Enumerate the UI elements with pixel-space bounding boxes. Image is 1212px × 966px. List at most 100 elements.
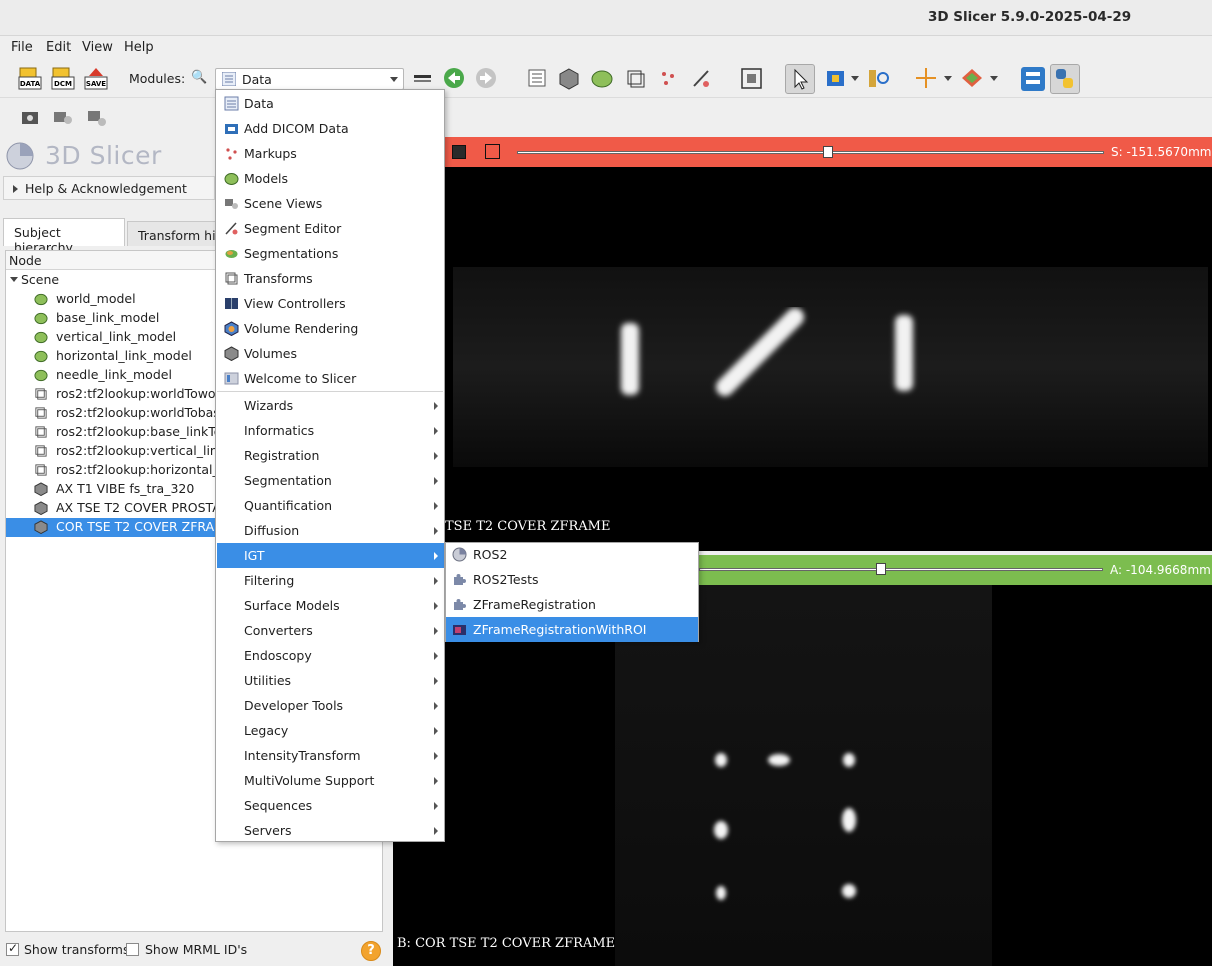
igt-submenu-item[interactable]: ROS2Tests (446, 567, 698, 592)
igt-submenu-item[interactable]: ZFrameRegistrationWithROI (446, 617, 698, 642)
save-button[interactable]: SAVE (83, 66, 109, 92)
tree-node-name: horizontal_link_model (56, 348, 192, 363)
green-slice-slider-track[interactable] (699, 568, 1103, 571)
module-category-item[interactable]: Endoscopy (217, 643, 444, 668)
modules-combobox-value: Data (242, 72, 272, 87)
green-slice-slider-thumb[interactable] (875, 563, 886, 575)
module-category-item[interactable]: Legacy (217, 718, 444, 743)
view-transform-mode-button[interactable] (785, 64, 815, 94)
chevron-right-icon (434, 602, 438, 610)
module-category-item[interactable]: Diffusion (217, 518, 444, 543)
volumes-module-button[interactable] (557, 66, 583, 92)
module-category-item[interactable]: Informatics (217, 418, 444, 443)
show-transforms-checkbox[interactable] (6, 941, 19, 956)
module-menu-item[interactable]: Welcome to Slicer (217, 366, 444, 391)
chevron-right-icon (434, 727, 438, 735)
module-menu-item-label: View Controllers (244, 296, 346, 311)
window-level-button[interactable] (824, 66, 850, 92)
module-menu-item[interactable]: Add DICOM Data (217, 116, 444, 141)
scene-view-restore-button[interactable] (86, 107, 110, 129)
red-slice-view[interactable]: TSE T2 COVER ZFRAME (393, 137, 1212, 551)
crosshair-button[interactable] (914, 66, 940, 92)
module-category-item[interactable]: IGT (217, 543, 444, 568)
module-menu-item[interactable]: Volumes (217, 341, 444, 366)
module-menu-item[interactable]: Transforms (217, 266, 444, 291)
menu-edit[interactable]: Edit (46, 40, 71, 55)
module-category-item[interactable]: Filtering (217, 568, 444, 593)
forward-button[interactable] (474, 66, 500, 92)
module-category-item[interactable]: Wizards (217, 393, 444, 418)
layout-button[interactable] (960, 66, 986, 92)
transform-icon (34, 387, 48, 401)
module-menu-item[interactable]: View Controllers (217, 291, 444, 316)
chevron-down-icon[interactable] (10, 277, 18, 282)
module-category-item[interactable]: Registration (217, 443, 444, 468)
segment-editor-button[interactable] (689, 66, 715, 92)
module-category-item[interactable]: Utilities (217, 668, 444, 693)
markups-icon (662, 72, 674, 85)
help-icon[interactable]: ? (361, 941, 381, 961)
module-category-item[interactable]: IntensityTransform (217, 743, 444, 768)
menu-view[interactable]: View (82, 40, 113, 55)
modules-combobox[interactable]: Data (215, 68, 404, 90)
model-icon (34, 350, 48, 363)
volume-rendering-icon (224, 321, 239, 337)
menu-file[interactable]: File (11, 40, 33, 55)
back-button[interactable] (442, 66, 468, 92)
tab-subject-hierarchy[interactable]: Subject hierarchy (3, 218, 125, 255)
extensions-button[interactable] (1020, 66, 1046, 92)
ruler-button[interactable] (866, 66, 892, 92)
igt-submenu-item[interactable]: ROS2 (446, 542, 698, 567)
scene-snapshot-button[interactable] (20, 107, 40, 127)
data-module-button[interactable] (525, 66, 551, 92)
module-category-item[interactable]: Quantification (217, 493, 444, 518)
module-category-item[interactable]: Developer Tools (217, 693, 444, 718)
transforms-module-button[interactable] (623, 66, 649, 92)
module-category-item[interactable]: Segmentation (217, 468, 444, 493)
module-menu-item[interactable]: Segment Editor (217, 216, 444, 241)
module-menu-item[interactable]: Data (217, 91, 444, 116)
tree-node-name: ros2:tf2lookup:base_linkTove (56, 424, 237, 439)
markups-module-button[interactable] (656, 66, 682, 92)
secondary-toolbar (0, 99, 215, 135)
python-console-button[interactable] (1050, 64, 1080, 94)
igt-submenu-item-label: ROS2Tests (473, 572, 539, 587)
red-slice-slider-track[interactable] (517, 151, 1104, 154)
load-data-button[interactable]: DATA (17, 66, 43, 92)
search-icon[interactable]: 🔍 (191, 70, 207, 85)
show-mrml-ids-checkbox[interactable] (126, 943, 139, 956)
data-icon (224, 96, 239, 111)
module-menu-item-label: Segmentations (244, 246, 339, 261)
chevron-down-icon[interactable] (944, 76, 952, 81)
module-menu-item[interactable]: Scene Views (217, 191, 444, 216)
chevron-down-icon[interactable] (990, 76, 998, 81)
transform-icon (35, 464, 47, 476)
module-category-item[interactable]: MultiVolume Support (217, 768, 444, 793)
screenshot-button[interactable] (739, 66, 765, 92)
chevron-right-icon (434, 752, 438, 760)
module-category-item[interactable]: Sequences (217, 793, 444, 818)
models-module-button[interactable] (590, 66, 616, 92)
module-menu-item[interactable]: Segmentations (217, 241, 444, 266)
maximize-view-icon[interactable] (485, 144, 500, 159)
module-category-item[interactable]: Surface Models (217, 593, 444, 618)
load-dicom-button[interactable]: DCM (50, 66, 76, 92)
igt-submenu-item[interactable]: ZFrameRegistration (446, 592, 698, 617)
volume-icon (34, 482, 48, 497)
help-acknowledgement-section[interactable]: Help & Acknowledgement (3, 176, 215, 200)
scene-view-button[interactable] (52, 107, 74, 127)
module-category-item[interactable]: Servers (217, 818, 444, 843)
module-category-label: Surface Models (244, 598, 340, 613)
pin-icon[interactable] (452, 145, 466, 159)
module-menu-item[interactable]: Volume Rendering (217, 316, 444, 341)
chevron-down-icon[interactable] (851, 76, 859, 81)
transform-icon (35, 426, 47, 438)
menu-help[interactable]: Help (124, 40, 154, 55)
module-menu-item[interactable]: Models (217, 166, 444, 191)
module-category-item[interactable]: Converters (217, 618, 444, 643)
module-category-label: Registration (244, 448, 320, 463)
markups-icon (226, 148, 237, 160)
red-slice-slider-thumb[interactable] (823, 146, 834, 158)
modules-dropdown-menu: Data Add DICOM Data Markups Models Scene Vie… (215, 89, 445, 842)
module-menu-item[interactable]: Markups (217, 141, 444, 166)
